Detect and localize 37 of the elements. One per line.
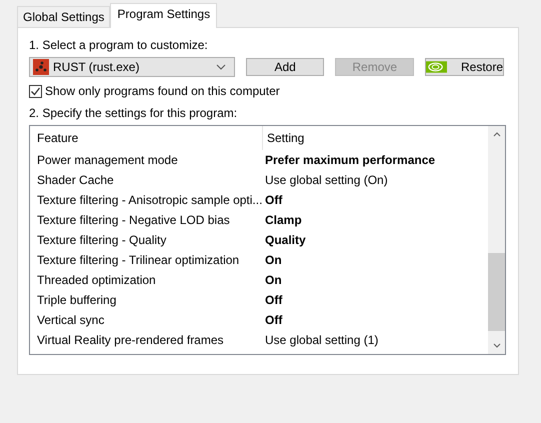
setting-cell[interactable]: Off — [262, 313, 282, 327]
setting-cell[interactable]: Use global setting (1) — [262, 333, 378, 347]
scroll-down-icon[interactable] — [492, 343, 500, 348]
column-header[interactable]: Feature — [30, 126, 262, 150]
feature-cell[interactable]: Texture filtering - Anisotropic sample opti... — [30, 193, 262, 207]
tab[interactable]: Program Settings — [110, 3, 218, 28]
feature-cell[interactable]: Vertical sync — [30, 313, 262, 327]
feature-cell[interactable]: Power management mode — [30, 153, 262, 167]
section-label: 2. Specify the settings for this program: — [29, 106, 238, 120]
feature-cell[interactable]: Threaded optimization — [30, 273, 262, 287]
program-dropdown[interactable]: RUST (rust.exe) — [29, 57, 235, 77]
chevron-down-icon — [216, 64, 226, 70]
tab[interactable]: Global Settings — [17, 6, 110, 27]
setting-cell[interactable]: Clamp — [262, 213, 302, 227]
setting-cell[interactable]: Prefer maximum performance — [262, 153, 436, 167]
column-header[interactable]: Setting — [262, 126, 304, 150]
feature-cell[interactable]: Virtual Reality pre-rendered frames — [30, 333, 262, 347]
eye-logo-icon — [426, 61, 447, 73]
setting-cell[interactable]: On — [262, 253, 282, 267]
checkbox-label: Show only programs found on this computer — [45, 84, 280, 98]
feature-cell[interactable]: Shader Cache — [30, 173, 262, 187]
setting-cell[interactable]: Off — [262, 293, 282, 307]
action-button[interactable]: Add — [246, 58, 324, 76]
section-label: 1. Select a program to customize: — [29, 38, 209, 52]
setting-cell[interactable]: On — [262, 273, 282, 287]
feature-cell[interactable]: Triple buffering — [30, 293, 262, 307]
setting-cell[interactable]: Use global setting (On) — [262, 173, 388, 187]
action-button[interactable]: Restore — [425, 58, 504, 76]
feature-cell[interactable]: Texture filtering - Trilinear optimization — [30, 253, 262, 267]
feature-cell[interactable]: Texture filtering - Quality — [30, 233, 262, 247]
setting-cell[interactable]: Off — [262, 193, 282, 207]
scrollbar[interactable] — [488, 126, 505, 354]
feature-cell[interactable]: Texture filtering - Negative LOD bias — [30, 213, 262, 227]
setting-cell[interactable]: Quality — [262, 233, 306, 247]
checkbox[interactable] — [29, 84, 42, 98]
scroll-up-icon[interactable] — [492, 132, 500, 137]
app-icon — [33, 59, 49, 75]
